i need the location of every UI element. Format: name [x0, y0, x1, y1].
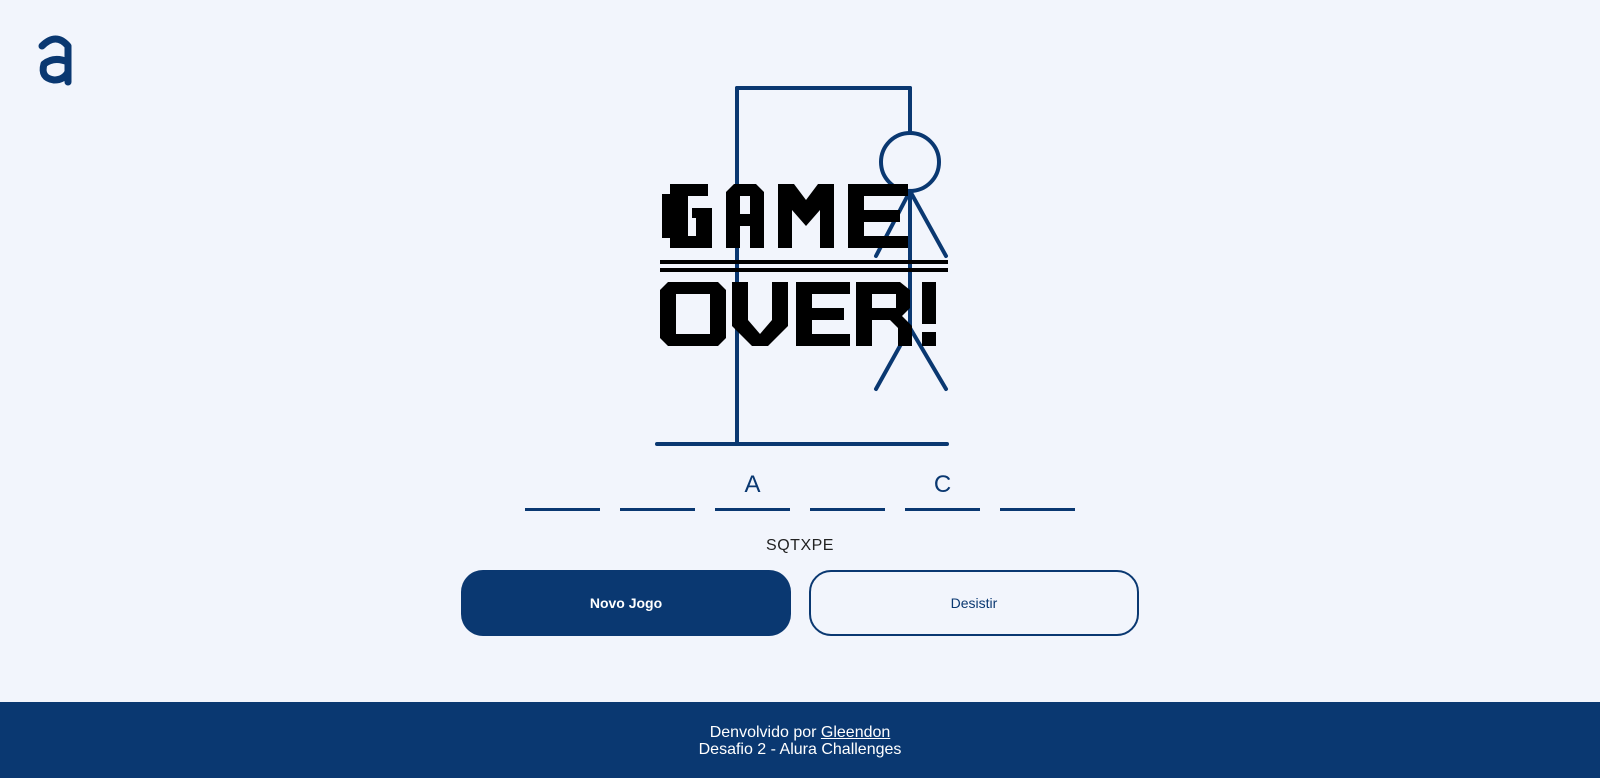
footer: Denvolvido por Gleendon Desafio 2 - Alur… — [0, 702, 1600, 778]
footer-credit-line: Denvolvido por Gleendon — [0, 724, 1600, 741]
wrong-letters: SQTXPE — [766, 537, 834, 554]
letter-slot — [525, 465, 600, 511]
letter-slot — [1000, 465, 1075, 511]
alura-logo-icon — [38, 35, 72, 86]
letter-slot — [620, 465, 695, 511]
footer-challenge: Desafio 2 - Alura Challenges — [698, 741, 902, 758]
new-game-button[interactable]: Novo Jogo — [461, 570, 791, 636]
footer-developed-by: Denvolvido por — [709, 724, 821, 741]
give-up-button[interactable]: Desistir — [809, 570, 1139, 636]
game-over-banner — [660, 184, 948, 346]
letter-slot — [810, 465, 885, 511]
author-link[interactable]: Gleendon — [821, 724, 890, 741]
letter-slot: C — [905, 465, 980, 511]
word-slots: A C — [0, 465, 1600, 511]
letter-slot: A — [715, 465, 790, 511]
